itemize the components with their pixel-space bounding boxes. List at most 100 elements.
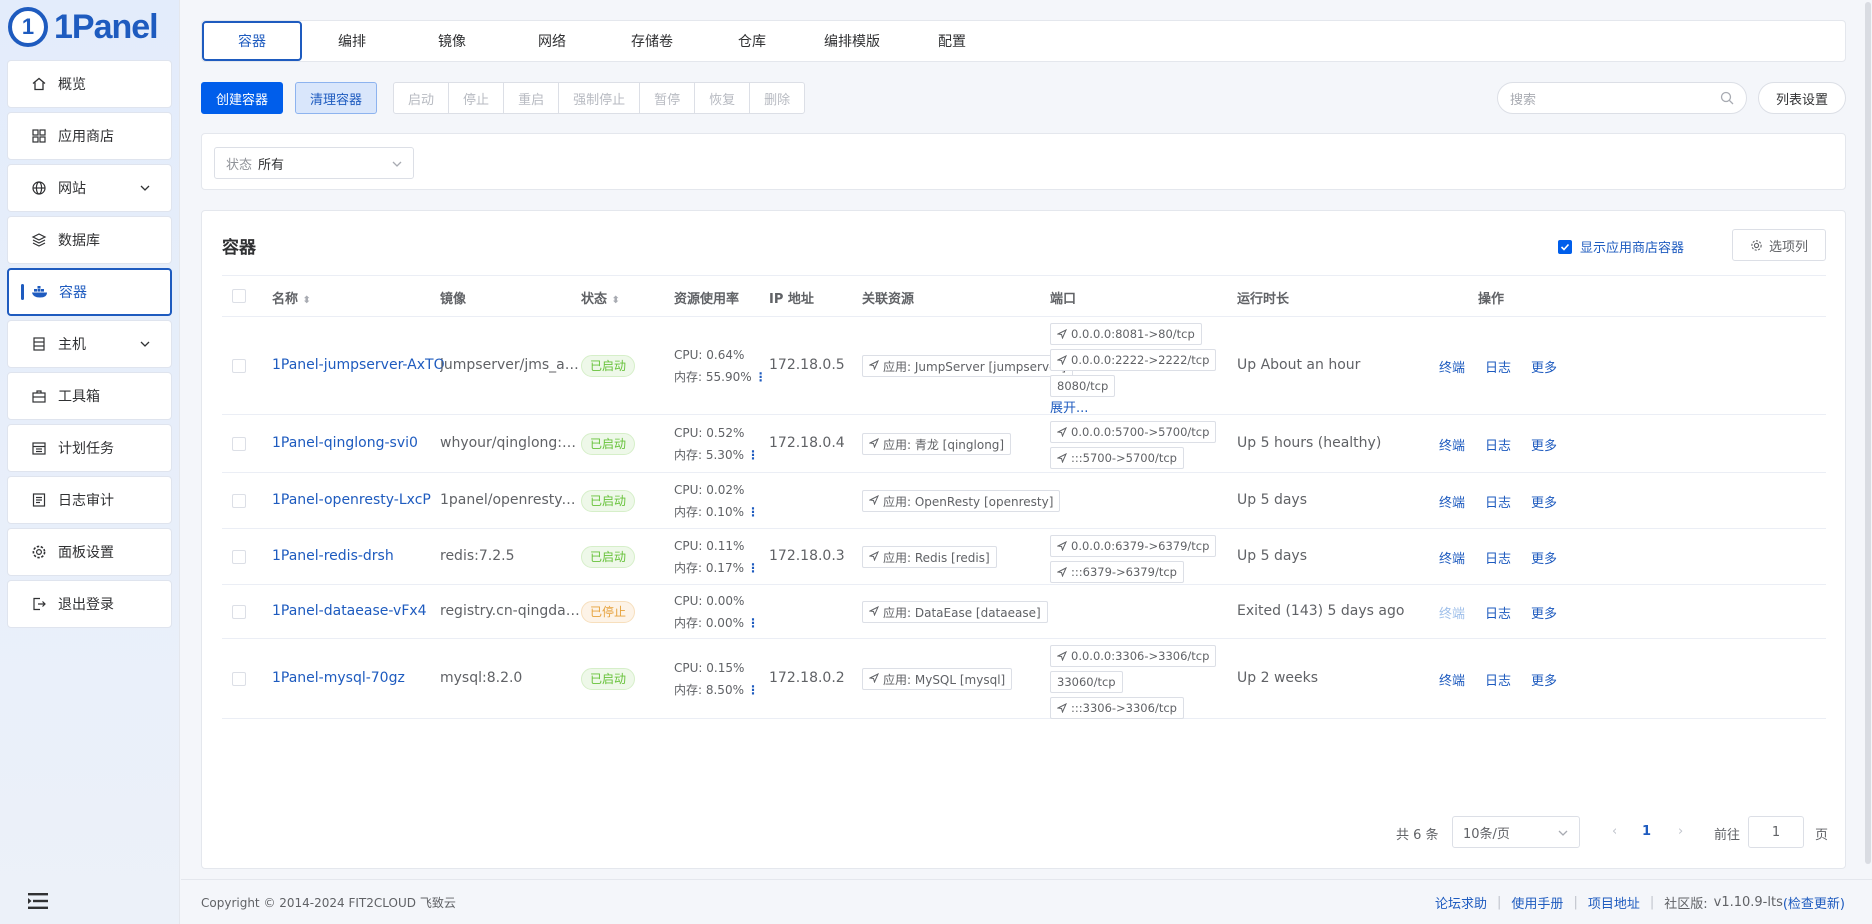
sidebar-item-8[interactable]: 日志审计 [7, 476, 172, 524]
more-vertical-icon[interactable]: ⋮ [747, 561, 759, 575]
select-all-checkbox[interactable] [232, 289, 246, 303]
tab-1[interactable]: 编排 [302, 21, 402, 61]
table-row[interactable]: 1Panel-qinglong-svi0 whyour/qinglong:2.1.… [222, 415, 1826, 473]
prev-page-button[interactable]: ‹ [1612, 824, 1617, 839]
table-row[interactable]: 1Panel-dataease-vFx4 registry.cn-qingdao.… [222, 585, 1826, 639]
table-row[interactable]: 1Panel-openresty-LxcP 1panel/openresty:1.… [222, 473, 1826, 529]
batch-action-2[interactable]: 重启 [504, 83, 560, 113]
row-checkbox[interactable] [232, 605, 246, 619]
tab-5[interactable]: 仓库 [702, 21, 802, 61]
container-name-link[interactable]: 1Panel-openresty-LxcP [272, 492, 431, 508]
resource-usage: CPU: 0.02% 内存: 0.10% ⋮ [674, 479, 759, 523]
container-name-link[interactable]: 1Panel-mysql-70gz [272, 670, 405, 686]
next-page-button[interactable]: › [1678, 824, 1683, 839]
associated-resource[interactable]: 应用: Redis [redis] [862, 546, 997, 568]
batch-action-1[interactable]: 停止 [449, 83, 505, 113]
batch-action-3[interactable]: 强制停止 [559, 83, 641, 113]
show-app-containers-checkbox[interactable]: 显示应用商店容器 [1558, 237, 1684, 256]
options-columns-button[interactable]: 选项列 [1732, 229, 1826, 261]
tab-7[interactable]: 配置 [902, 21, 1002, 61]
search-input[interactable]: 搜索 [1497, 82, 1747, 114]
terminal-button[interactable]: 终端 [1439, 670, 1465, 689]
column-settings-button[interactable]: 列表设置 [1758, 82, 1846, 114]
scrollbar-thumb[interactable] [1865, 2, 1871, 864]
table-row[interactable]: 1Panel-redis-drsh redis:7.2.5 已启动 CPU: 0.11… [222, 529, 1826, 585]
footer-link-forum[interactable]: 论坛求助 [1435, 893, 1487, 912]
sidebar-item-7[interactable]: 计划任务 [7, 424, 172, 472]
tab-3[interactable]: 网络 [502, 21, 602, 61]
more-button[interactable]: 更多 [1531, 603, 1557, 622]
table-row[interactable]: 1Panel-jumpserver-AxTO jumpserver/jms_all… [222, 317, 1826, 416]
sidebar-item-9[interactable]: 面板设置 [7, 528, 172, 576]
associated-resource[interactable]: 应用: 青龙 [qinglong] [862, 433, 1012, 455]
page-size-select[interactable]: 10条/页 [1452, 816, 1580, 848]
row-checkbox[interactable] [232, 437, 246, 451]
logs-button[interactable]: 日志 [1485, 548, 1511, 567]
logs-button[interactable]: 日志 [1485, 670, 1511, 689]
header-status[interactable]: 状态 ⬍ [581, 288, 620, 307]
more-button[interactable]: 更多 [1531, 435, 1557, 454]
associated-resource[interactable]: 应用: MySQL [mysql] [862, 668, 1013, 690]
terminal-button[interactable]: 终端 [1439, 603, 1465, 622]
footer-link-manual[interactable]: 使用手册 [1511, 893, 1563, 912]
sidebar-item-10[interactable]: 退出登录 [7, 580, 172, 628]
container-name-link[interactable]: 1Panel-dataease-vFx4 [272, 603, 427, 619]
terminal-button[interactable]: 终端 [1439, 548, 1465, 567]
associated-resource[interactable]: 应用: OpenResty [openresty] [862, 490, 1061, 512]
container-name-link[interactable]: 1Panel-jumpserver-AxTO [272, 357, 445, 373]
batch-action-0[interactable]: 启动 [394, 83, 450, 113]
more-vertical-icon[interactable]: ⋮ [747, 505, 759, 519]
tab-4[interactable]: 存储卷 [602, 21, 702, 61]
current-page[interactable]: 1 [1642, 824, 1651, 839]
create-container-button[interactable]: 创建容器 [201, 82, 284, 114]
more-vertical-icon[interactable]: ⋮ [747, 683, 759, 697]
more-button[interactable]: 更多 [1531, 357, 1557, 376]
row-checkbox[interactable] [232, 672, 246, 686]
sidebar-item-3[interactable]: 数据库 [7, 216, 172, 264]
container-name-link[interactable]: 1Panel-redis-drsh [272, 548, 394, 564]
terminal-button[interactable]: 终端 [1439, 492, 1465, 511]
associated-resource[interactable]: 应用: JumpServer [jumpserver] [862, 355, 1074, 377]
row-checkbox[interactable] [232, 494, 246, 508]
table-row[interactable]: 1Panel-mysql-70gz mysql:8.2.0 已启动 CPU: 0.15… [222, 639, 1826, 719]
row-checkbox[interactable] [232, 550, 246, 564]
tab-0[interactable]: 容器 [202, 21, 302, 61]
batch-action-4[interactable]: 暂停 [640, 83, 696, 113]
batch-action-6[interactable]: 删除 [750, 83, 804, 113]
header-name[interactable]: 名称 ⬍ [272, 288, 311, 307]
logs-button[interactable]: 日志 [1485, 435, 1511, 454]
status-filter-select[interactable]: 状态 所有 [214, 147, 414, 179]
tab-2[interactable]: 镜像 [402, 21, 502, 61]
terminal-button[interactable]: 终端 [1439, 357, 1465, 376]
more-vertical-icon[interactable]: ⋮ [747, 616, 759, 630]
footer-link-project[interactable]: 项目地址 [1588, 893, 1640, 912]
container-name-link[interactable]: 1Panel-qinglong-svi0 [272, 435, 418, 451]
terminal-button[interactable]: 终端 [1439, 435, 1465, 454]
batch-action-5[interactable]: 恢复 [695, 83, 751, 113]
tab-6[interactable]: 编排模版 [802, 21, 902, 61]
sidebar-item-5[interactable]: 主机 [7, 320, 172, 368]
expand-ports-link[interactable]: 展开... [1050, 401, 1088, 416]
sidebar-item-2[interactable]: 网站 [7, 164, 172, 212]
sidebar-item-6[interactable]: 工具箱 [7, 372, 172, 420]
logs-button[interactable]: 日志 [1485, 357, 1511, 376]
more-vertical-icon[interactable]: ⋮ [755, 370, 767, 384]
logs-button[interactable]: 日志 [1485, 492, 1511, 511]
page-scrollbar[interactable] [1864, 0, 1872, 870]
collapse-menu-icon[interactable] [28, 892, 48, 910]
goto-page-input[interactable]: 1 [1748, 816, 1804, 848]
more-button[interactable]: 更多 [1531, 670, 1557, 689]
sidebar-item-0[interactable]: 概览 [7, 60, 172, 108]
clean-container-button[interactable]: 清理容器 [295, 82, 378, 114]
check-update-link[interactable]: (检查更新) [1783, 893, 1845, 912]
sidebar-item-4[interactable]: 容器 [7, 268, 172, 316]
sidebar-item-1[interactable]: 应用商店 [7, 112, 172, 160]
table-header: 名称 ⬍ 镜像 状态 ⬍ 资源使用率 IP 地址 关联资源 端口 运行时长 操作 [222, 275, 1826, 317]
more-button[interactable]: 更多 [1531, 492, 1557, 511]
logs-button[interactable]: 日志 [1485, 603, 1511, 622]
row-checkbox[interactable] [232, 359, 246, 373]
logo[interactable]: 1 1Panel [0, 0, 179, 54]
more-vertical-icon[interactable]: ⋮ [747, 448, 759, 462]
associated-resource[interactable]: 应用: DataEase [dataease] [862, 601, 1048, 623]
more-button[interactable]: 更多 [1531, 548, 1557, 567]
